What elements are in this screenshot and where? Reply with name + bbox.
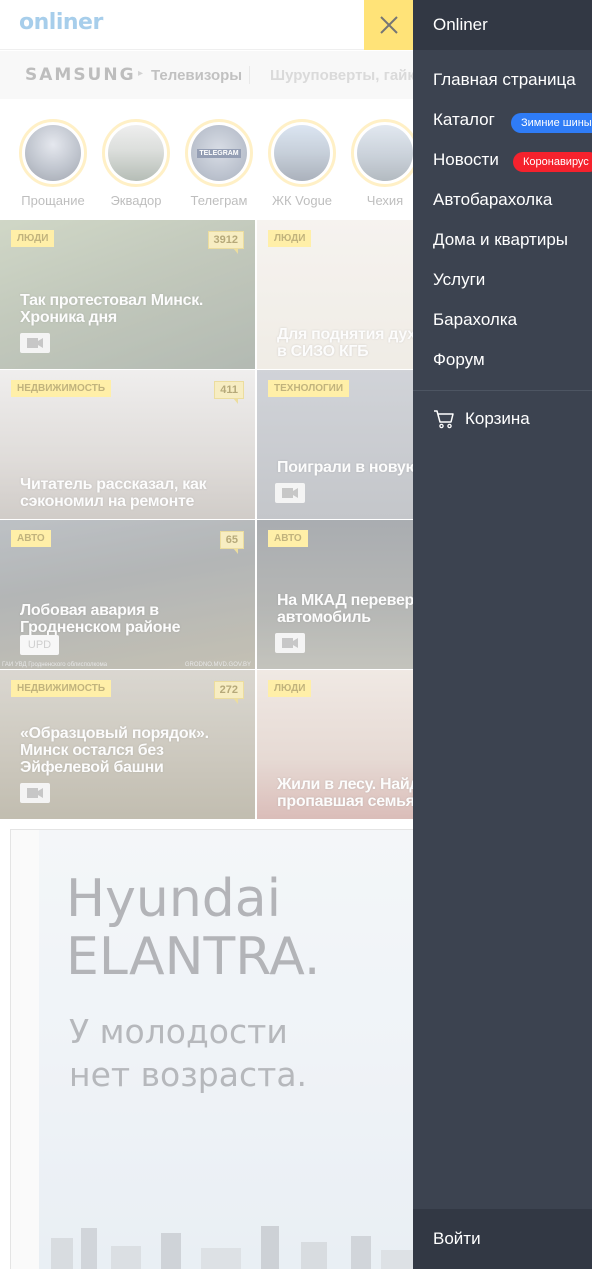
category-link-tv[interactable]: Телевизоры: [151, 67, 242, 84]
onliner-logo[interactable]: onliner: [19, 10, 103, 35]
ad-brand-line: ELANTRA.: [66, 927, 321, 987]
menu-item-catalog[interactable]: Каталог: [433, 110, 495, 130]
comments-counter: 3912: [207, 231, 244, 254]
news-title: Лобовая авария в Гродненском районе: [20, 602, 181, 636]
rubric-badge: НЕДВИЖИМОСТЬ: [11, 680, 112, 697]
news-title: Читатель рассказал, как сэкономил на рем…: [20, 476, 207, 510]
story-avatar: [268, 119, 336, 187]
story-avatar: [351, 119, 419, 187]
telegram-badge-text: TELEGRAM: [197, 148, 241, 158]
story-avatar: [19, 119, 87, 187]
video-camera-icon: [20, 333, 50, 353]
menu-item-auto[interactable]: Автобарахолка: [433, 190, 552, 210]
story-label: Телеграм: [190, 193, 248, 208]
menu-item-home[interactable]: Главная страница: [433, 70, 576, 90]
video-camera-icon: [275, 633, 305, 653]
ad-brand-line: Hyundai: [66, 869, 282, 929]
story-avatar: [102, 119, 170, 187]
story-item[interactable]: Эквадор: [102, 119, 170, 208]
badge-coronavirus[interactable]: Коронавирус: [513, 152, 592, 172]
story-label: ЖК Vogue: [271, 193, 333, 208]
update-badge: UPD: [20, 635, 59, 655]
hyundai-ad-banner[interactable]: Hyundai ELANTRA. У молодости нет возраст…: [10, 829, 430, 1269]
cart-label: Корзина: [465, 409, 530, 428]
news-tile[interactable]: ЛЮДИ 3912 Так протестовал Минск. Хроника…: [0, 220, 255, 369]
rubric-badge: ТЕХНОЛОГИИ: [268, 380, 350, 397]
news-tile[interactable]: НЕДВИЖИМОСТЬ 411 Читатель рассказал, как…: [0, 370, 255, 519]
close-menu-button[interactable]: [364, 0, 414, 50]
menu-item-services[interactable]: Услуги: [433, 270, 485, 290]
ad-city-skyline: [51, 1226, 415, 1269]
rubric-badge: АВТО: [268, 530, 308, 547]
ad-slogan-line: У молодости: [69, 1012, 288, 1051]
side-menu: Onliner Главная страница Каталог Зимние …: [413, 0, 592, 1269]
cart-icon: [434, 410, 454, 429]
menu-item-cart[interactable]: Корзина: [433, 409, 530, 429]
divider: [249, 66, 250, 84]
rubric-badge: ЛЮДИ: [268, 230, 312, 247]
photo-caption-left: ГАИ УВД Гродненского облисполкома: [2, 662, 108, 668]
video-camera-icon: [275, 483, 305, 503]
story-item[interactable]: Чехия: [351, 119, 419, 208]
story-avatar: TELEGRAM: [185, 119, 253, 187]
news-tile[interactable]: АВТО 65 Лобовая авария в Гродненском рай…: [0, 520, 255, 669]
comments-counter: 411: [214, 381, 244, 404]
news-title: Так протестовал Минск. Хроника дня: [20, 292, 204, 326]
story-label: Чехия: [366, 193, 404, 208]
video-camera-icon: [20, 783, 50, 803]
login-button[interactable]: Войти: [433, 1229, 481, 1249]
news-title: «Образцовый порядок». Минск остался без …: [20, 725, 209, 776]
rubric-badge: ЛЮДИ: [268, 680, 312, 697]
samsung-brand-link[interactable]: SAMSUNG: [25, 65, 136, 85]
story-item[interactable]: TELEGRAM Телеграм: [185, 119, 253, 208]
ad-brand: Hyundai ELANTRA.: [66, 870, 320, 986]
menu-item-forum[interactable]: Форум: [433, 350, 485, 370]
menu-item-baraholka[interactable]: Барахолка: [433, 310, 517, 330]
menu-divider: [413, 390, 592, 391]
comments-counter: 65: [219, 531, 244, 554]
close-x-icon: [380, 16, 398, 34]
separator-arrow-icon: ▸: [138, 68, 144, 79]
badge-winter-tires[interactable]: Зимние шины: [511, 113, 592, 133]
news-tile[interactable]: НЕДВИЖИМОСТЬ 272 «Образцовый порядок». М…: [0, 670, 255, 819]
photo-caption-right: GRODNO.MVD.GOV.BY: [184, 662, 251, 668]
comments-counter: 272: [213, 681, 244, 704]
ad-slogan: У молодости нет возраста.: [69, 1010, 307, 1096]
rubric-badge: ЛЮДИ: [11, 230, 55, 247]
story-label: Эквадор: [110, 193, 162, 208]
rubric-badge: АВТО: [11, 530, 51, 547]
menu-item-realty[interactable]: Дома и квартиры: [433, 230, 568, 250]
story-item[interactable]: ЖК Vogue: [268, 119, 336, 208]
menu-footer: Войти: [413, 1209, 592, 1269]
menu-header: Onliner: [413, 0, 592, 50]
ad-side-strip: [11, 830, 39, 1269]
story-label: Прощание: [21, 193, 85, 208]
menu-item-news[interactable]: Новости: [433, 150, 499, 170]
rubric-badge: НЕДВИЖИМОСТЬ: [11, 380, 112, 397]
story-item[interactable]: Прощание: [19, 119, 87, 208]
menu-title[interactable]: Onliner: [433, 15, 488, 35]
ad-slogan-line: нет возраста.: [69, 1055, 308, 1094]
